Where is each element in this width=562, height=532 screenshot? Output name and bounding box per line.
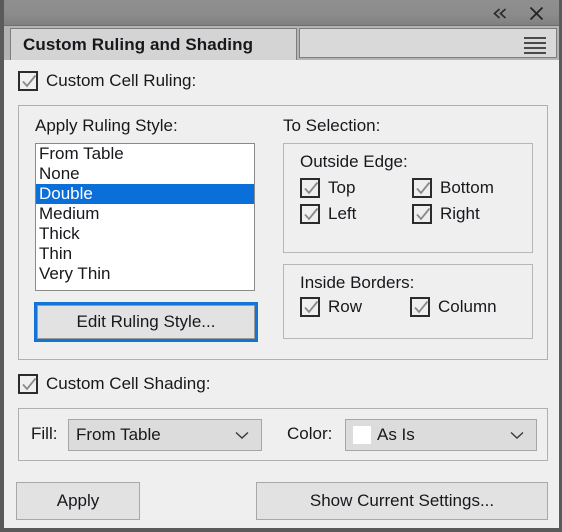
tab-custom-ruling-and-shading[interactable]: Custom Ruling and Shading [10,28,297,60]
list-item[interactable]: From Table [36,144,254,164]
inside-borders-column-label: Column [438,297,497,316]
chevrons-left-icon [492,7,509,20]
color-dropdown[interactable]: As Is [345,419,537,451]
color-value: As Is [377,425,415,444]
outside-edge-group: Outside Edge: Top Bottom Left Right [283,143,533,253]
list-item[interactable]: Double [36,184,254,204]
hamburger-line [524,47,546,49]
outside-edge-top-label: Top [328,178,356,197]
list-item[interactable]: Medium [36,204,254,224]
shading-group: Fill: From Table Color: As Is [18,408,548,461]
chevron-down-icon [235,425,249,445]
custom-cell-ruling-label: Custom Cell Ruling: [46,71,197,90]
custom-cell-ruling-checkbox-row[interactable]: Custom Cell Ruling: [18,71,196,91]
fill-value: From Table [76,425,161,444]
outside-edge-bottom-row[interactable]: Bottom [412,178,524,198]
outside-edge-top-row[interactable]: Top [300,178,412,198]
outside-edge-top-checkbox[interactable] [300,178,320,198]
outside-edge-left-row[interactable]: Left [300,204,412,224]
inside-borders-row-checkbox[interactable] [300,297,320,317]
custom-cell-shading-checkbox[interactable] [18,374,38,394]
chevron-down-icon [510,425,524,445]
fill-label: Fill: [31,424,58,443]
panel-body: Custom Cell Ruling: Apply Ruling Style: … [4,60,559,528]
custom-cell-ruling-checkbox[interactable] [18,71,38,91]
apply-button[interactable]: Apply [16,482,140,520]
ruling-style-listbox[interactable]: From Table None Double Medium Thick Thin… [35,143,255,291]
edit-ruling-style-label: Edit Ruling Style... [76,312,216,331]
tab-strip-filler [299,28,557,58]
fill-dropdown[interactable]: From Table [68,419,262,451]
tab-strip: Custom Ruling and Shading [4,26,559,60]
inside-borders-group: Inside Borders: Row Column [283,264,533,339]
outside-edge-right-checkbox[interactable] [412,204,432,224]
list-item[interactable]: Thin [36,244,254,264]
outside-edge-checkbox-grid: Top Bottom Left Right [300,178,524,224]
inside-borders-title: Inside Borders: [300,273,415,292]
outside-edge-title: Outside Edge: [300,152,408,171]
custom-ruling-shading-panel: Custom Ruling and Shading Custom Cell Ru… [0,0,562,532]
panel-titlebar [4,0,559,26]
custom-cell-shading-checkbox-row[interactable]: Custom Cell Shading: [18,374,210,394]
to-selection-label: To Selection: [283,116,381,135]
outside-edge-left-label: Left [328,204,357,223]
ruling-group: Apply Ruling Style: To Selection: From T… [18,105,548,360]
inside-borders-column-checkbox[interactable] [410,297,430,317]
outside-edge-left-checkbox[interactable] [300,204,320,224]
tab-label: Custom Ruling and Shading [23,34,254,54]
inside-borders-row-label: Row [328,297,363,316]
color-label: Color: [287,424,333,443]
inside-borders-checkbox-grid: Row Column [300,297,524,317]
apply-button-label: Apply [56,491,100,510]
outside-edge-bottom-checkbox[interactable] [412,178,432,198]
close-panel-button[interactable] [521,0,551,26]
list-item[interactable]: Thick [36,224,254,244]
hamburger-menu-icon[interactable] [524,37,546,54]
outside-edge-right-row[interactable]: Right [412,204,524,224]
outside-edge-bottom-label: Bottom [440,178,494,197]
hamburger-line [524,52,546,54]
inside-borders-row-row[interactable]: Row [300,297,410,317]
custom-cell-shading-label: Custom Cell Shading: [46,374,211,393]
hamburger-line [524,42,546,44]
outside-edge-right-label: Right [440,204,480,223]
edit-ruling-style-button[interactable]: Edit Ruling Style... [34,302,258,342]
list-item[interactable]: Very Thin [36,264,254,284]
close-icon [528,5,545,22]
show-current-settings-label: Show Current Settings... [309,491,495,510]
show-current-settings-button[interactable]: Show Current Settings... [256,482,548,520]
hamburger-line [524,37,546,39]
color-swatch [353,426,371,444]
list-item[interactable]: None [36,164,254,184]
apply-ruling-style-label: Apply Ruling Style: [35,116,178,135]
collapse-panel-button[interactable] [485,0,515,26]
inside-borders-column-row[interactable]: Column [410,297,524,317]
